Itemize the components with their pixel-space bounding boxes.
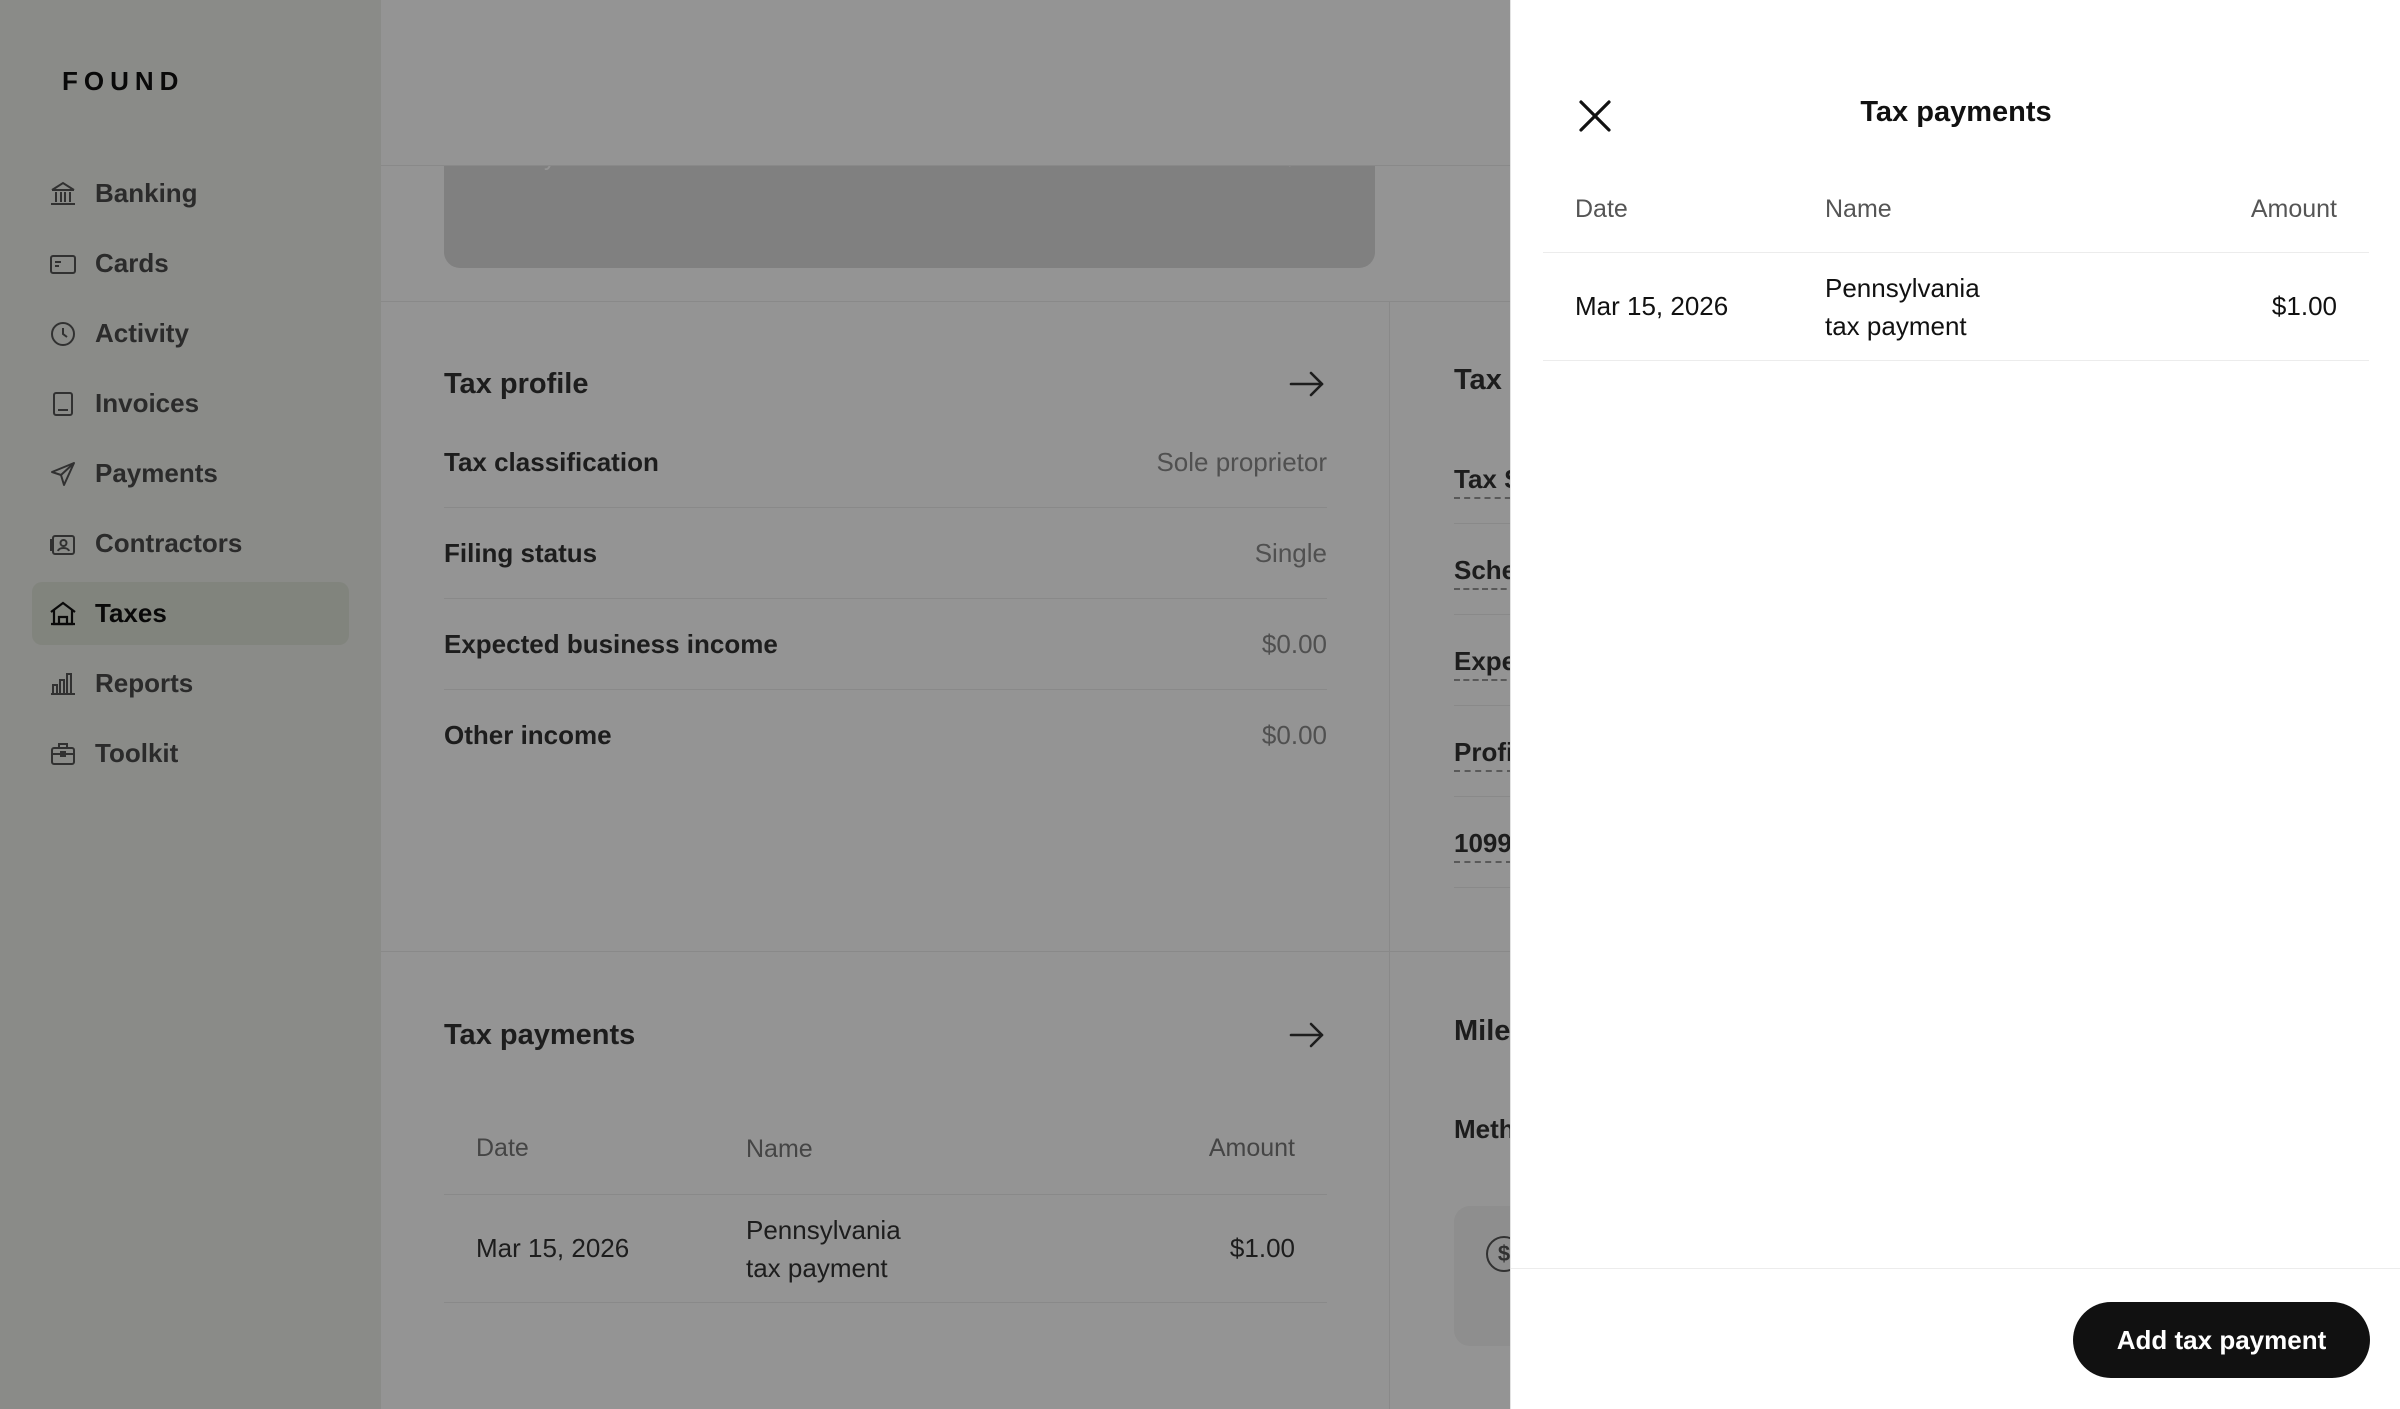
drawer-title: Tax payments [1860, 96, 2052, 128]
table-row[interactable]: Mar 15, 2026 Pennsylvania tax payment $1… [1543, 253, 2369, 361]
modal-overlay[interactable] [0, 0, 1510, 1409]
column-header-date: Date [1575, 194, 1628, 223]
payment-name: Pennsylvania tax payment [1825, 269, 2149, 345]
drawer-footer: Add tax payment [1511, 1268, 2400, 1409]
column-header-amount: Amount [2250, 194, 2337, 223]
tax-payments-drawer: Tax payments Date Name Amount Mar 15, 20… [1510, 0, 2400, 1409]
column-header-name: Name [1825, 195, 1892, 223]
payment-name-line2: tax payment [1825, 310, 1967, 341]
drawer-payments-table: Date Name Amount Mar 15, 2026 Pennsylvan… [1543, 166, 2369, 361]
table-header: Date Name Amount [1543, 166, 2369, 253]
payment-amount: $1.00 [2271, 291, 2337, 321]
add-tax-payment-button[interactable]: Add tax payment [2073, 1302, 2370, 1378]
payment-name-line1: Pennsylvania [1825, 272, 1980, 303]
payment-date: Mar 15, 2026 [1575, 291, 1729, 321]
